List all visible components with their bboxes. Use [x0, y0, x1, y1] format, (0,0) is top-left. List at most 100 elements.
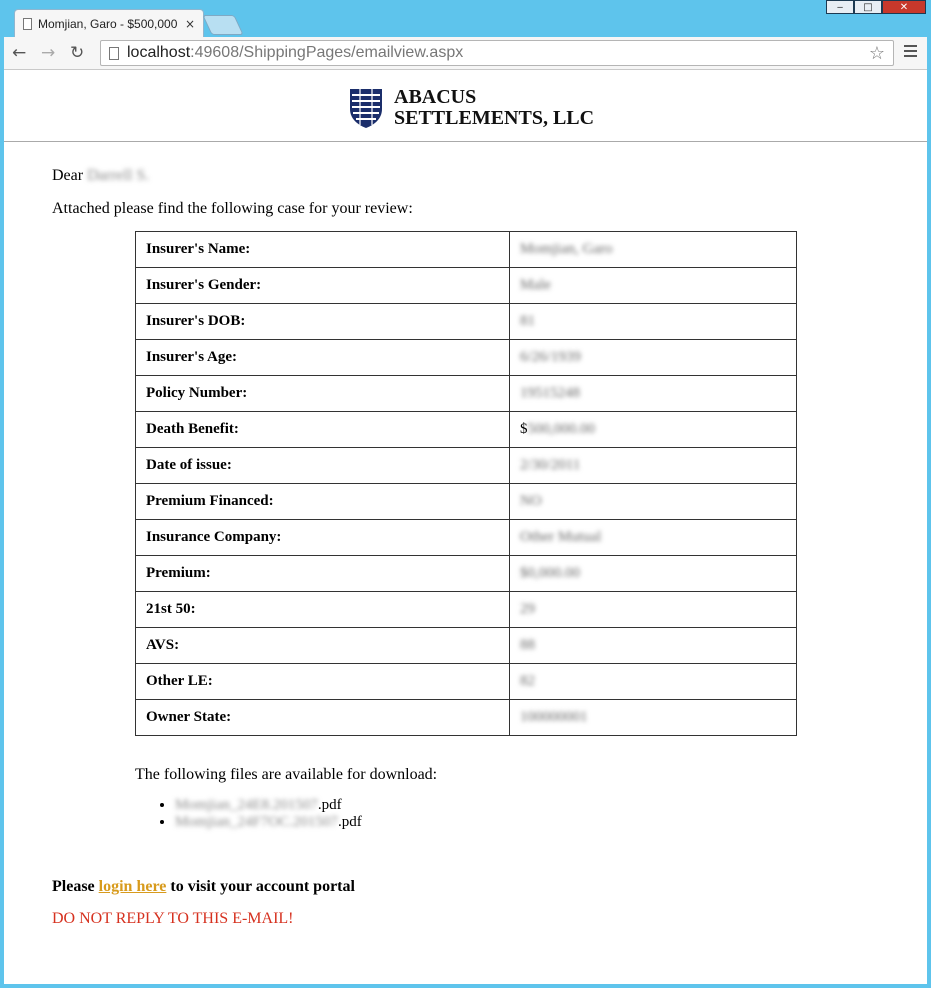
redacted-value: Other Mutual [520, 529, 602, 545]
no-reply-warning: DO NOT REPLY TO THIS E-MAIL! [52, 910, 294, 927]
portal-prefix: Please [52, 878, 95, 895]
field-label: Insurer's Gender: [135, 267, 510, 304]
redacted-value: NO [520, 493, 542, 509]
redacted-value: 81 [520, 313, 535, 329]
field-value: 2/30/2011 [509, 447, 797, 484]
intro-text: Attached please find the following case … [52, 200, 413, 217]
field-value: 6/26/1939 [509, 339, 797, 376]
page-content: ABACUS SETTLEMENTS, LLC Dear Darrell S. … [4, 70, 927, 984]
field-value: 19515248 [509, 375, 797, 412]
redacted-value: 6/26/1939 [520, 349, 581, 365]
field-label: AVS: [135, 627, 510, 664]
redacted-value: 88 [520, 637, 535, 653]
redacted-value: 500,000.00 [527, 421, 596, 437]
browser-tab[interactable]: Momjian, Garo - $500,000 × [14, 9, 204, 37]
field-label: Death Benefit: [135, 411, 510, 448]
table-row: Premium Financed: NO [135, 483, 797, 520]
files-intro: The following files are available for do… [135, 766, 438, 783]
field-label: Insurer's Name: [135, 231, 510, 268]
field-label: Premium Financed: [135, 483, 510, 520]
close-window-button[interactable]: ✕ [882, 0, 926, 14]
table-row: Insurer's Age: 6/26/1939 [135, 339, 797, 376]
table-row: Other LE: 82 [135, 663, 797, 700]
redacted-value: 2/30/2011 [520, 457, 581, 473]
file-name-redacted: Momjian_24E8.201507 [175, 797, 318, 813]
minimize-button[interactable]: ‒ [826, 0, 854, 14]
field-value: $500,000.00 [509, 411, 797, 448]
value-prefix: $ [520, 421, 528, 437]
page-icon [109, 46, 119, 60]
field-label: Owner State: [135, 699, 510, 736]
file-extension: .pdf [337, 814, 362, 830]
shield-logo-icon [350, 89, 382, 128]
redacted-value: 19515248 [520, 385, 580, 401]
field-value: 81 [509, 303, 797, 340]
bookmark-star-icon[interactable]: ☆ [869, 43, 885, 64]
redacted-value: Momjian, Garo [520, 241, 613, 257]
file-item[interactable]: Momjian_24E8.201507.pdf [175, 797, 362, 814]
portal-line: Please login here to visit your account … [52, 878, 355, 896]
field-value: Other Mutual [509, 519, 797, 556]
field-value: $0,000.00 [509, 555, 797, 592]
file-list: Momjian_24E8.201507.pdfMomjian_24F7OC.20… [135, 797, 362, 831]
table-row: Premium: $0,000.00 [135, 555, 797, 592]
greeting: Dear Darrell S. [52, 167, 149, 185]
redacted-value: 29 [520, 601, 535, 617]
browser-toolbar: ← → ↻ localhost:49608/ShippingPages/emai… [4, 37, 927, 70]
table-row: Insurance Company: Other Mutual [135, 519, 797, 556]
window-controls: ‒ □ ✕ [826, 0, 926, 14]
field-label: Insurance Company: [135, 519, 510, 556]
field-label: Premium: [135, 555, 510, 592]
redacted-value: Male [520, 277, 551, 293]
case-details-table: Insurer's Name: Momjian, Garo Insurer's Ge… [135, 231, 797, 736]
table-row: Policy Number: 19515248 [135, 375, 797, 412]
field-value: NO [509, 483, 797, 520]
field-value: 100000001 [509, 699, 797, 736]
table-row: Insurer's Name: Momjian, Garo [135, 231, 797, 268]
field-value: Momjian, Garo [509, 231, 797, 268]
page-icon [23, 17, 32, 30]
field-value: Male [509, 267, 797, 304]
url-path: :49608/ShippingPages/emailview.aspx [190, 44, 464, 61]
file-item[interactable]: Momjian_24F7OC.201507.pdf [175, 814, 362, 831]
new-tab-button[interactable] [202, 15, 244, 35]
field-value: 82 [509, 663, 797, 700]
field-value: 29 [509, 591, 797, 628]
back-icon[interactable]: ← [12, 43, 26, 63]
table-row: Insurer's DOB: 81 [135, 303, 797, 340]
field-label: Date of issue: [135, 447, 510, 484]
reload-icon[interactable]: ↻ [70, 43, 84, 63]
table-row: Insurer's Gender: Male [135, 267, 797, 304]
url-host: localhost [127, 44, 191, 61]
portal-suffix: to visit your account portal [170, 878, 355, 895]
field-label: 21st 50: [135, 591, 510, 628]
redacted-value: 100000001 [520, 709, 588, 725]
login-link[interactable]: login here [99, 878, 167, 895]
tab-title: Momjian, Garo - $500,000 [38, 16, 178, 31]
redacted-value: $0,000.00 [520, 565, 580, 581]
address-bar[interactable]: localhost:49608/ShippingPages/emailview.… [100, 40, 894, 66]
field-label: Other LE: [135, 663, 510, 700]
table-row: Owner State: 100000001 [135, 699, 797, 736]
field-label: Policy Number: [135, 375, 510, 412]
menu-icon[interactable] [904, 45, 917, 60]
logo-line-1: ABACUS [394, 86, 477, 108]
company-logo: ABACUS SETTLEMENTS, LLC [348, 87, 594, 129]
table-row: 21st 50: 29 [135, 591, 797, 628]
field-label: Insurer's Age: [135, 339, 510, 376]
greeting-label: Dear [52, 167, 84, 184]
table-row: Death Benefit: $500,000.00 [135, 411, 797, 448]
logo-text: ABACUS SETTLEMENTS, LLC [394, 87, 594, 129]
file-name-redacted: Momjian_24F7OC.201507 [175, 814, 338, 830]
redacted-value: 82 [520, 673, 535, 689]
recipient-name: Darrell S. [87, 167, 150, 184]
tab-close-icon[interactable]: × [185, 17, 195, 31]
maximize-button[interactable]: □ [854, 0, 882, 14]
table-row: AVS: 88 [135, 627, 797, 664]
field-label: Insurer's DOB: [135, 303, 510, 340]
file-extension: .pdf [317, 797, 342, 813]
forward-icon[interactable]: → [41, 43, 55, 63]
url-text: localhost:49608/ShippingPages/emailview.… [127, 44, 463, 62]
table-row: Date of issue: 2/30/2011 [135, 447, 797, 484]
email-header: ABACUS SETTLEMENTS, LLC [4, 70, 927, 142]
